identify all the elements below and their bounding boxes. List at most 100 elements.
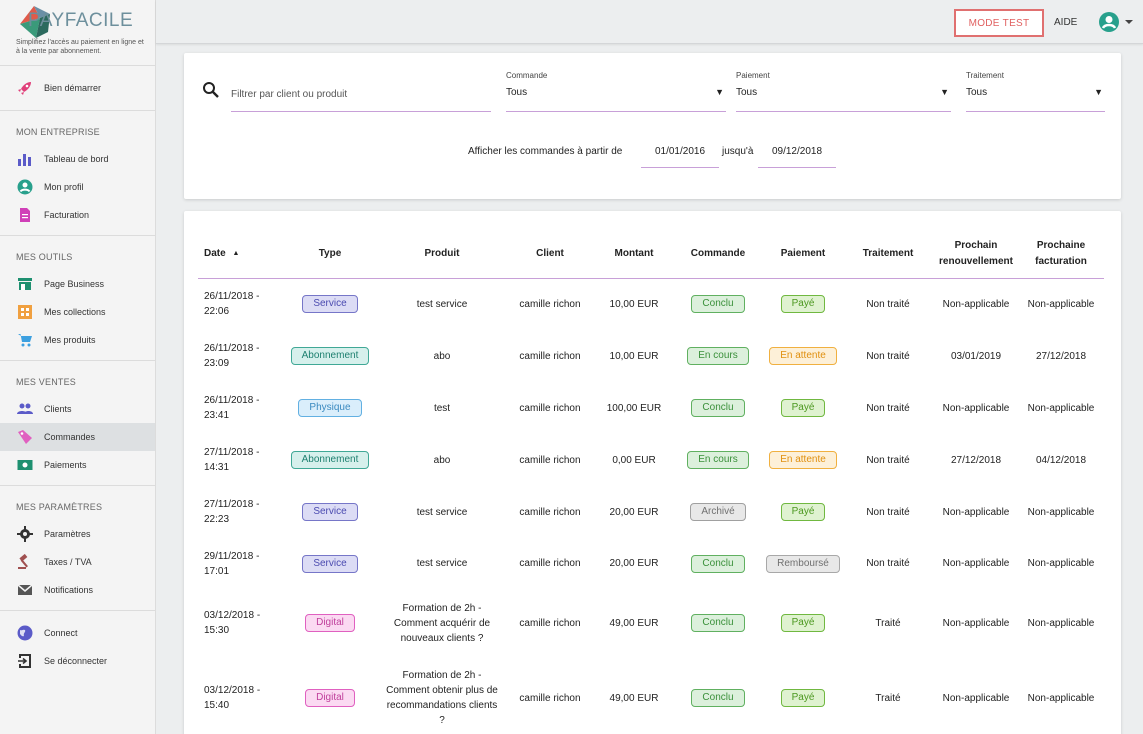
sort-asc-icon: ▲	[232, 250, 240, 258]
sidebar-item-label: Paiements	[44, 460, 87, 470]
sidebar-item-tableau-de-bord[interactable]: Tableau de bord	[0, 145, 155, 173]
cell-client: camille richon	[519, 506, 581, 518]
sidebar-item-se-deconnecter[interactable]: Se déconnecter	[0, 647, 155, 675]
sidebar-item-taxes-tva[interactable]: Taxes / TVA	[0, 548, 155, 576]
table-row[interactable]: 26/11/2018 - 22:06 Service test service cam…	[198, 278, 1104, 330]
cell-montant: 20,00 EUR	[609, 506, 659, 518]
column-header-date[interactable]: Date ▲	[198, 231, 280, 279]
aide-link[interactable]: AIDE	[1054, 17, 1077, 28]
caret-down-icon: ▼	[940, 87, 949, 97]
people-icon	[16, 400, 34, 418]
column-header-commande[interactable]: Commande	[672, 231, 764, 279]
sidebar-item-notifications[interactable]: Notifications	[0, 576, 155, 604]
column-header-traitement[interactable]: Traitement	[842, 231, 934, 279]
cell-montant: 20,00 EUR	[609, 558, 659, 569]
table-row[interactable]: 03/12/2018 - 15:30 Digital Formation de 2h…	[198, 589, 1104, 657]
sidebar-item-label: Paramètres	[44, 529, 91, 539]
search-icon[interactable]	[202, 81, 220, 99]
sidebar-item-mon-profil[interactable]: Mon profil	[0, 173, 155, 201]
cell-client: camille richon	[519, 558, 581, 569]
cell-date: 03/12/2018 - 15:30	[204, 610, 261, 636]
caret-down-icon	[1125, 20, 1133, 24]
cell-produit: test	[433, 402, 451, 414]
sidebar-item-clients[interactable]: Clients	[0, 395, 155, 423]
cell-traitement: Non traité	[866, 454, 910, 466]
cell-prochaine-facturation: Non-applicable	[1027, 617, 1095, 629]
cell-traitement: Traité	[875, 692, 901, 704]
column-header-client[interactable]: Client	[504, 231, 596, 279]
date-from-input[interactable]: 01/01/2016	[641, 137, 719, 168]
tag-icon	[16, 428, 34, 446]
cell-type: Physique	[280, 382, 380, 434]
cell-date: 27/11/2018 - 22:23	[204, 499, 260, 525]
orders-table: Date ▲ Type Produit Client Montant Comma…	[198, 231, 1104, 734]
sidebar-item-mes-collections[interactable]: Mes collections	[0, 298, 155, 326]
cell-prochain-renouvellement: Non-applicable	[942, 402, 1010, 414]
cell-type: Digital	[280, 589, 380, 657]
cell-montant: 100,00 EUR	[606, 402, 662, 414]
type-badge: Abonnement	[290, 347, 370, 365]
cell-client: camille richon	[519, 402, 581, 414]
sidebar-item-mes-produits[interactable]: Mes produits	[0, 326, 155, 354]
table-row[interactable]: 26/11/2018 - 23:41 Physique test camille ri…	[198, 382, 1104, 434]
paiement-value: Tous	[736, 87, 758, 98]
column-header-type[interactable]: Type	[280, 231, 380, 279]
sidebar-item-label: Mes produits	[44, 335, 96, 345]
commande-badge: Conclu	[691, 399, 745, 417]
brand-logo[interactable]: PAYFACILE Simplifiez l'accès au paiement…	[0, 0, 155, 66]
traitement-select[interactable]: Traitement Tous ▼	[966, 71, 1105, 112]
table-row[interactable]: 26/11/2018 - 23:09 Abonnement abo camille r…	[198, 330, 1104, 382]
sidebar-item-label: Notifications	[44, 585, 94, 595]
sidebar-item-bien-demarrer[interactable]: Bien démarrer	[0, 74, 155, 102]
paiement-select[interactable]: Paiement Tous ▼	[736, 71, 951, 112]
gear-icon	[16, 525, 34, 543]
sidebar-item-parametres[interactable]: Paramètres	[0, 520, 155, 548]
paiement-badge: Payé	[780, 503, 826, 521]
sidebar-item-paiements[interactable]: Paiements	[0, 451, 155, 479]
column-header-paiement[interactable]: Paiement	[764, 231, 842, 279]
sidebar-item-label: Se déconnecter	[44, 656, 108, 666]
table-row[interactable]: 03/12/2018 - 15:40 Digital Formation de 2h…	[198, 657, 1104, 734]
column-header-montant[interactable]: Montant	[596, 231, 672, 279]
cell-produit: test service	[416, 506, 468, 518]
type-badge: Service	[302, 503, 358, 521]
user-menu-button[interactable]	[1098, 11, 1134, 33]
cell-paiement: Remboursé	[764, 538, 842, 589]
cell-traitement: Non traité	[866, 506, 910, 518]
table-row[interactable]: 27/11/2018 - 22:23 Service test service cam…	[198, 486, 1104, 538]
cell-prochaine-facturation: Non-applicable	[1027, 692, 1095, 704]
type-badge: Service	[302, 554, 358, 573]
cell-paiement: En attente	[764, 330, 842, 382]
cell-montant: 0,00 EUR	[612, 454, 656, 466]
column-header-prochain-renouvellement[interactable]: Prochain renouvellement	[934, 231, 1018, 279]
sidebar-item-connect[interactable]: Connect	[0, 619, 155, 647]
cell-commande: Conclu	[672, 589, 764, 657]
sidebar-item-commandes[interactable]: Commandes	[0, 423, 155, 451]
sidebar-item-page-business[interactable]: Page Business	[0, 270, 155, 298]
cell-client: camille richon	[519, 692, 581, 704]
cell-montant: 49,00 EUR	[609, 617, 659, 629]
cell-commande: Conclu	[672, 657, 764, 734]
cell-produit: Formation de 2h - Comment acquérir de no…	[393, 602, 491, 644]
paiement-badge: Remboursé	[766, 554, 840, 573]
column-header-prochaine-facturation[interactable]: Prochaine facturation	[1018, 231, 1104, 279]
table-header-row: Date ▲ Type Produit Client Montant Comma…	[198, 231, 1104, 279]
cell-type: Abonnement	[280, 434, 380, 486]
brand-tagline: Simplifiez l'accès au paiement en ligne …	[16, 39, 144, 55]
table-row[interactable]: 27/11/2018 - 14:31 Abonnement abo camille r…	[198, 434, 1104, 486]
date-to-input[interactable]: 09/12/2018	[758, 137, 836, 168]
column-header-produit[interactable]: Produit	[380, 231, 504, 279]
cell-paiement: Payé	[764, 486, 842, 538]
paiement-badge: Payé	[780, 295, 826, 314]
search-input[interactable]: Filtrer par client ou produit	[231, 89, 491, 112]
orders-table-panel: Date ▲ Type Produit Client Montant Comma…	[184, 211, 1121, 734]
sidebar-item-facturation[interactable]: Facturation	[0, 201, 155, 229]
cell-client: camille richon	[519, 454, 581, 466]
traitement-label: Traitement	[966, 71, 1004, 80]
commande-select[interactable]: Commande Tous ▼	[506, 71, 726, 112]
sidebar-item-label: Connect	[44, 628, 78, 638]
mode-test-button[interactable]: MODE TEST	[954, 9, 1044, 37]
date-range: Afficher les commandes à partir de 01/01…	[468, 137, 888, 169]
sidebar-item-label: Commandes	[44, 432, 96, 442]
table-row[interactable]: 29/11/2018 - 17:01 Service test service cam…	[198, 538, 1104, 589]
